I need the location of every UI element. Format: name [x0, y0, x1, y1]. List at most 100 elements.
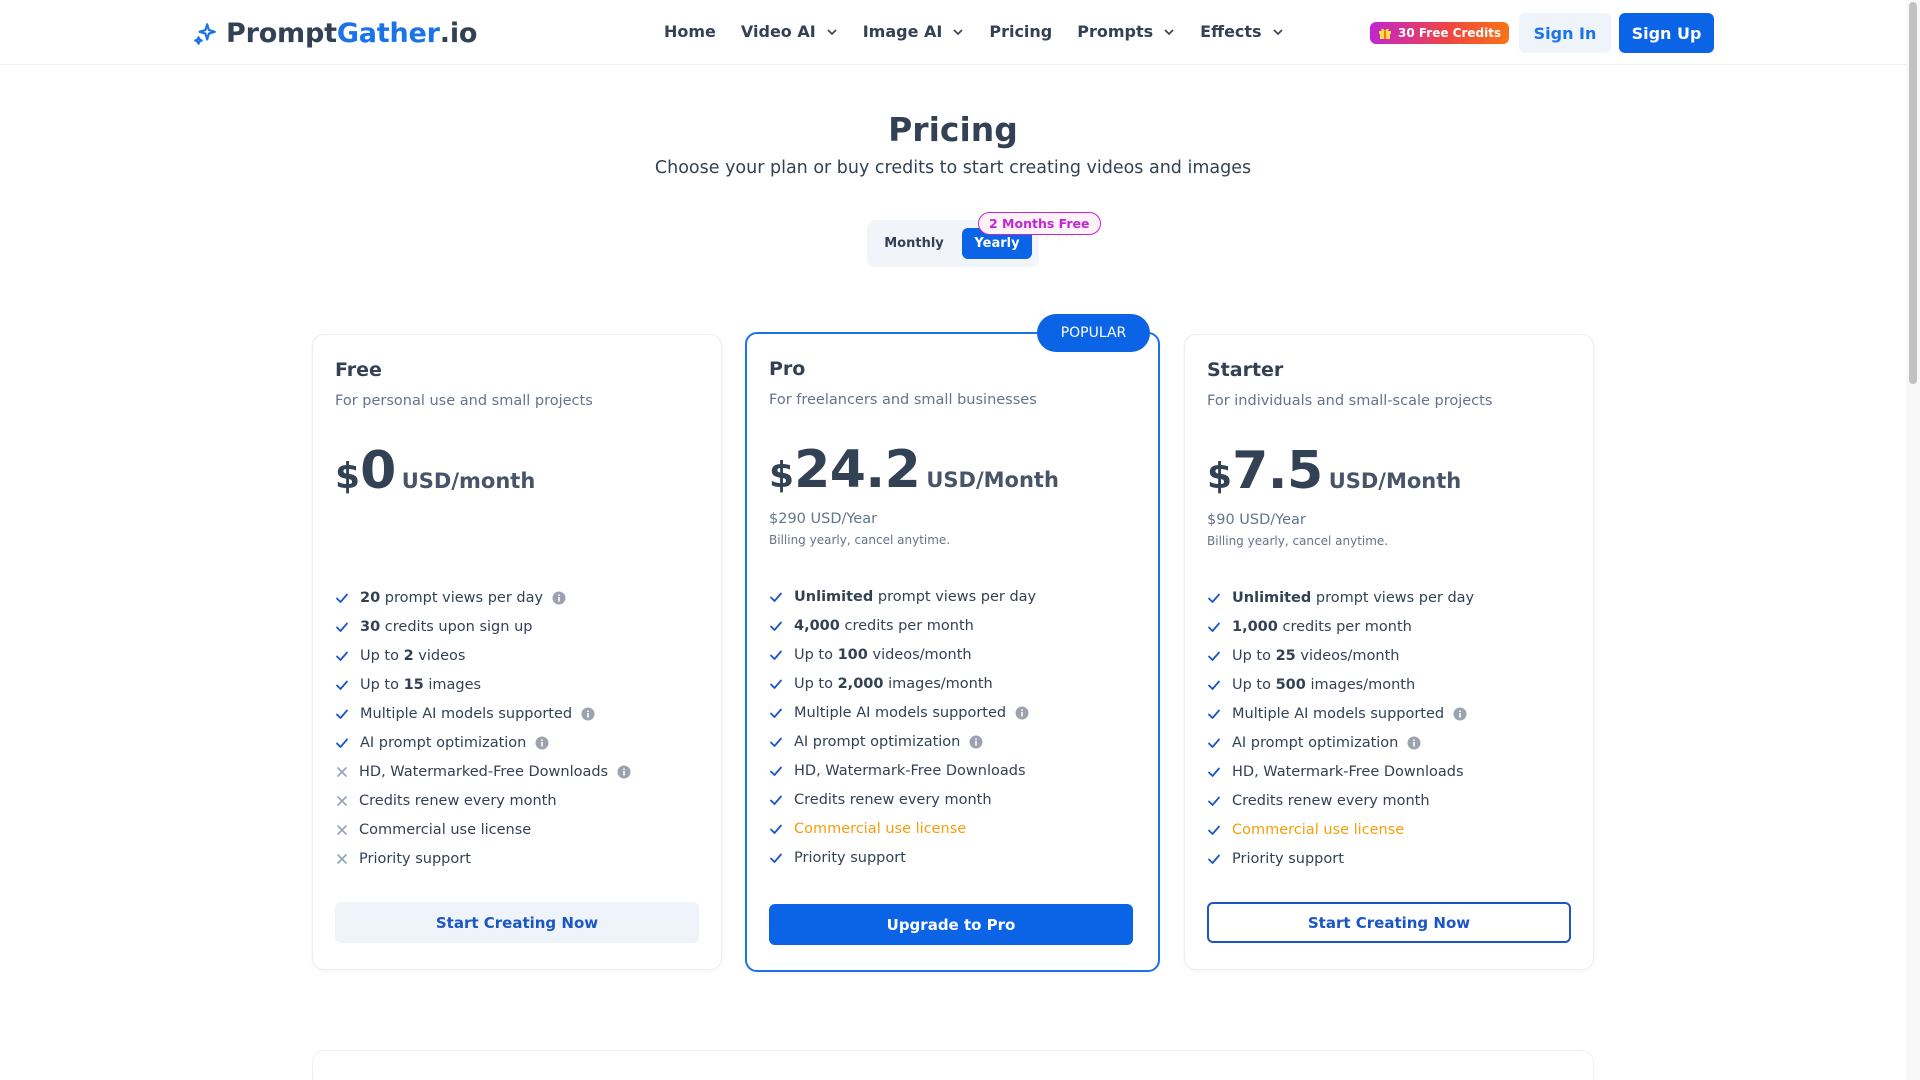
- sparkle-icon: [194, 22, 216, 45]
- feature-item: AI prompt optimization: [335, 728, 631, 757]
- logo[interactable]: Prompt Gather .io: [192, 18, 477, 49]
- info-icon[interactable]: [1407, 736, 1421, 750]
- feature-text: AI prompt optimization: [794, 733, 961, 750]
- feature-text: Commercial use license: [794, 820, 967, 837]
- next-section-card: [312, 1050, 1594, 1080]
- start-creating-button[interactable]: Start Creating Now: [1207, 902, 1571, 943]
- check-icon: [1208, 651, 1220, 661]
- yearly-price: $90 USD/Year: [1207, 512, 1306, 528]
- info-icon[interactable]: [552, 591, 566, 605]
- billing-note: Billing yearly, cancel anytime.: [769, 533, 951, 547]
- feature-item: 4,000 credits per month: [769, 611, 1036, 640]
- info-icon[interactable]: [535, 736, 549, 750]
- info-icon[interactable]: [1015, 706, 1029, 720]
- feature-text: Credits renew every month: [359, 792, 557, 809]
- price-amount: 0: [360, 441, 396, 501]
- logo-text-main: Prompt: [226, 18, 337, 49]
- x-icon: [337, 853, 347, 864]
- feature-item: HD, Watermarked-Free Downloads: [335, 757, 631, 786]
- check-icon: [336, 622, 348, 632]
- price-currency: $: [335, 456, 361, 497]
- billing-note: Billing yearly, cancel anytime.: [1207, 534, 1389, 548]
- check-icon: [1208, 854, 1220, 864]
- feature-text: Up to 2,000 images/month: [794, 675, 993, 692]
- nav-effects[interactable]: Effects: [1200, 22, 1283, 41]
- chevron-down-icon: [827, 28, 837, 35]
- yearly-price: $290 USD/Year: [769, 511, 878, 527]
- feature-item: 20 prompt views per day: [335, 583, 631, 612]
- nav-prompts[interactable]: Prompts: [1077, 22, 1175, 41]
- plan-description: For personal use and small projects: [335, 393, 593, 409]
- feature-item: Up to 100 videos/month: [769, 640, 1036, 669]
- feature-list: 20 prompt views per day 30 credits upon s…: [335, 583, 631, 873]
- nav-image-ai-label: Image AI: [862, 22, 943, 41]
- feature-text: Commercial use license: [1232, 821, 1405, 838]
- logo-text-accent: Gather: [336, 18, 440, 49]
- feature-item: Credits renew every month: [769, 785, 1036, 814]
- info-icon[interactable]: [969, 735, 983, 749]
- start-creating-button[interactable]: Start Creating Now: [335, 902, 699, 943]
- nav-video-ai[interactable]: Video AI: [741, 22, 838, 41]
- feature-item: Credits renew every month: [335, 786, 631, 815]
- feature-item: Multiple AI models supported: [335, 699, 631, 728]
- x-icon: [337, 795, 347, 806]
- feature-item: Up to 25 videos/month: [1207, 641, 1474, 670]
- sign-up-button[interactable]: Sign Up: [1619, 13, 1714, 53]
- nav-pricing[interactable]: Pricing: [989, 22, 1052, 41]
- check-icon: [770, 592, 782, 602]
- plan-price: $ 7.5 USD/Month: [1207, 441, 1461, 501]
- sign-in-button[interactable]: Sign In: [1519, 13, 1611, 53]
- feature-item: Commercial use license: [769, 814, 1036, 843]
- feature-text: Commercial use license: [359, 821, 532, 838]
- feature-text: Credits renew every month: [794, 791, 992, 808]
- logo-text-tld: .io: [439, 18, 478, 49]
- check-icon: [1208, 709, 1220, 719]
- price-unit: USD/Month: [926, 468, 1059, 492]
- feature-list: Unlimited prompt views per day 4,000 cred…: [769, 582, 1036, 872]
- chevron-down-icon: [1273, 28, 1283, 35]
- chevron-down-icon: [953, 28, 963, 35]
- check-icon: [1208, 825, 1220, 835]
- price-unit: USD/month: [401, 469, 536, 493]
- feature-text: HD, Watermark-Free Downloads: [1232, 763, 1464, 780]
- page-title: Pricing: [888, 110, 1018, 149]
- nav-home[interactable]: Home: [664, 22, 716, 41]
- feature-item: Unlimited prompt views per day: [769, 582, 1036, 611]
- feature-item: Priority support: [335, 844, 631, 873]
- page-scrollbar[interactable]: [1906, 0, 1920, 1080]
- info-icon[interactable]: [1453, 707, 1467, 721]
- check-icon: [1208, 622, 1220, 632]
- check-icon: [1208, 796, 1220, 806]
- upgrade-to-pro-button[interactable]: Upgrade to Pro: [769, 904, 1133, 945]
- two-months-free-badge: 2 Months Free: [978, 212, 1101, 235]
- feature-item: AI prompt optimization: [1207, 728, 1474, 757]
- scrollbar-thumb[interactable]: [1909, 2, 1917, 384]
- price-currency: $: [769, 455, 795, 496]
- toggle-monthly[interactable]: Monthly: [873, 228, 955, 259]
- feature-item: Up to 2,000 images/month: [769, 669, 1036, 698]
- check-icon: [336, 680, 348, 690]
- main-nav: Home Video AI Image AI Pricing Prompts E…: [664, 22, 1309, 41]
- nav-pricing-label: Pricing: [989, 22, 1053, 41]
- nav-image-ai[interactable]: Image AI: [863, 22, 965, 41]
- feature-item: Priority support: [1207, 844, 1474, 873]
- feature-text: AI prompt optimization: [360, 734, 527, 751]
- nav-home-label: Home: [664, 22, 716, 41]
- info-icon[interactable]: [581, 707, 595, 721]
- feature-text: Priority support: [794, 849, 906, 866]
- feature-item: Up to 15 images: [335, 670, 631, 699]
- plan-card-pro: Pro For freelancers and small businesses…: [745, 332, 1160, 972]
- plan-name: Free: [335, 359, 382, 381]
- top-navbar: Prompt Gather .io Home Video AI Image AI P…: [0, 0, 1906, 65]
- feature-text: HD, Watermarked-Free Downloads: [359, 763, 609, 780]
- feature-item: Multiple AI models supported: [769, 698, 1036, 727]
- free-credits-badge[interactable]: 30 Free Credits: [1370, 22, 1510, 44]
- feature-list: Unlimited prompt views per day 1,000 cred…: [1207, 583, 1474, 873]
- price-unit: USD/Month: [1328, 469, 1462, 493]
- feature-text: Unlimited prompt views per day: [794, 588, 1037, 605]
- price-amount: 7.5: [1232, 441, 1323, 501]
- feature-text: Up to 25 videos/month: [1232, 647, 1400, 664]
- feature-item: Up to 2 videos: [335, 641, 631, 670]
- info-icon[interactable]: [617, 765, 631, 779]
- check-icon: [336, 593, 348, 603]
